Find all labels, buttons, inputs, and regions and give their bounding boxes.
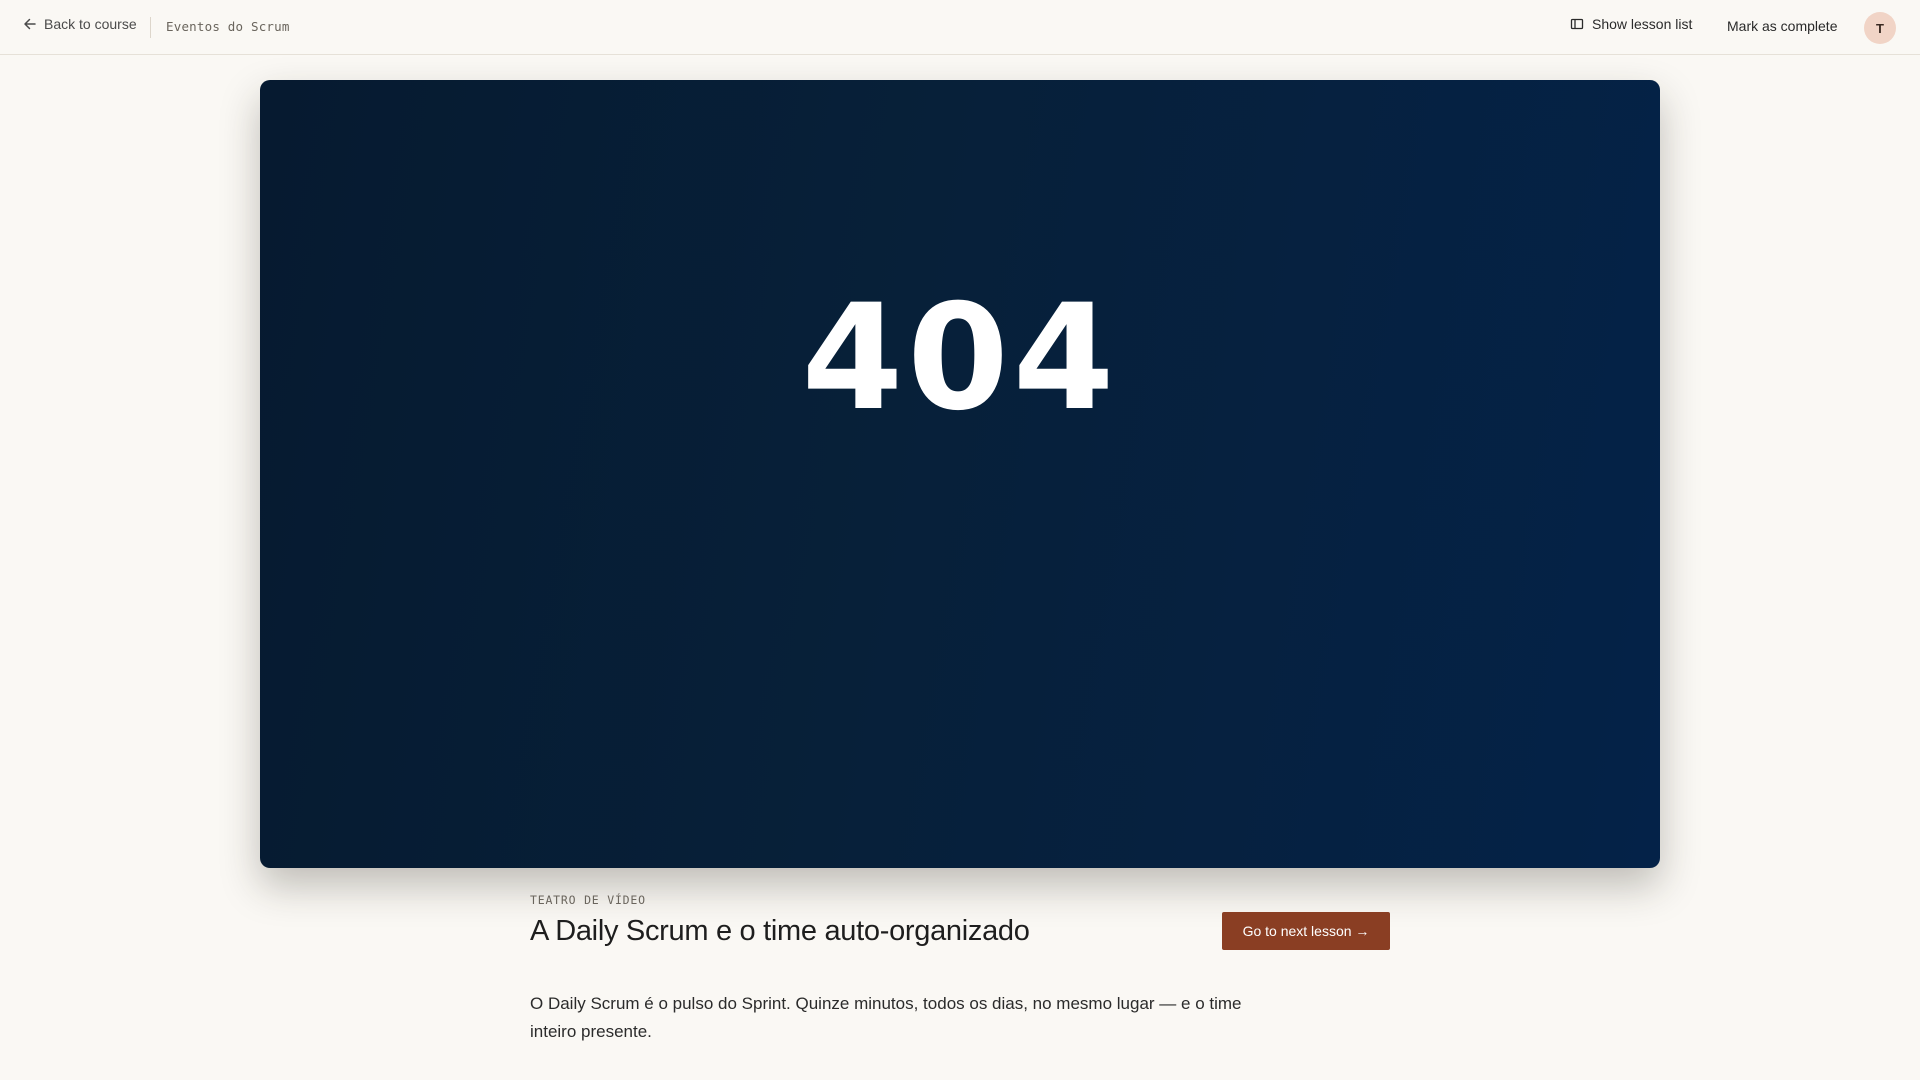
show-lesson-list-button[interactable]: Show lesson list: [1570, 16, 1692, 32]
lesson-eyebrow: TEATRO DE VÍDEO: [530, 893, 646, 907]
lesson-title: A Daily Scrum e o time auto-organizado: [530, 915, 1030, 947]
lesson-description: O Daily Scrum é o pulso do Sprint. Quinz…: [530, 994, 1242, 1041]
video-error-code: 404: [801, 273, 1119, 443]
arrow-left-icon: [24, 18, 36, 30]
book-icon: [1570, 18, 1584, 30]
avatar[interactable]: T: [1864, 12, 1896, 44]
back-to-course-label: Back to course: [44, 16, 137, 32]
video-player[interactable]: 404: [260, 80, 1660, 868]
show-lesson-list-label: Show lesson list: [1592, 16, 1693, 32]
mark-complete-button[interactable]: Mark as complete: [1727, 18, 1837, 34]
next-lesson-button[interactable]: Go to next lesson →: [1222, 912, 1390, 950]
back-to-course-link[interactable]: Back to course: [22, 16, 137, 32]
header-divider: [150, 17, 151, 38]
top-bar: Back to course Eventos do Scrum Show les…: [0, 0, 1920, 55]
course-name: Eventos do Scrum: [166, 19, 290, 34]
